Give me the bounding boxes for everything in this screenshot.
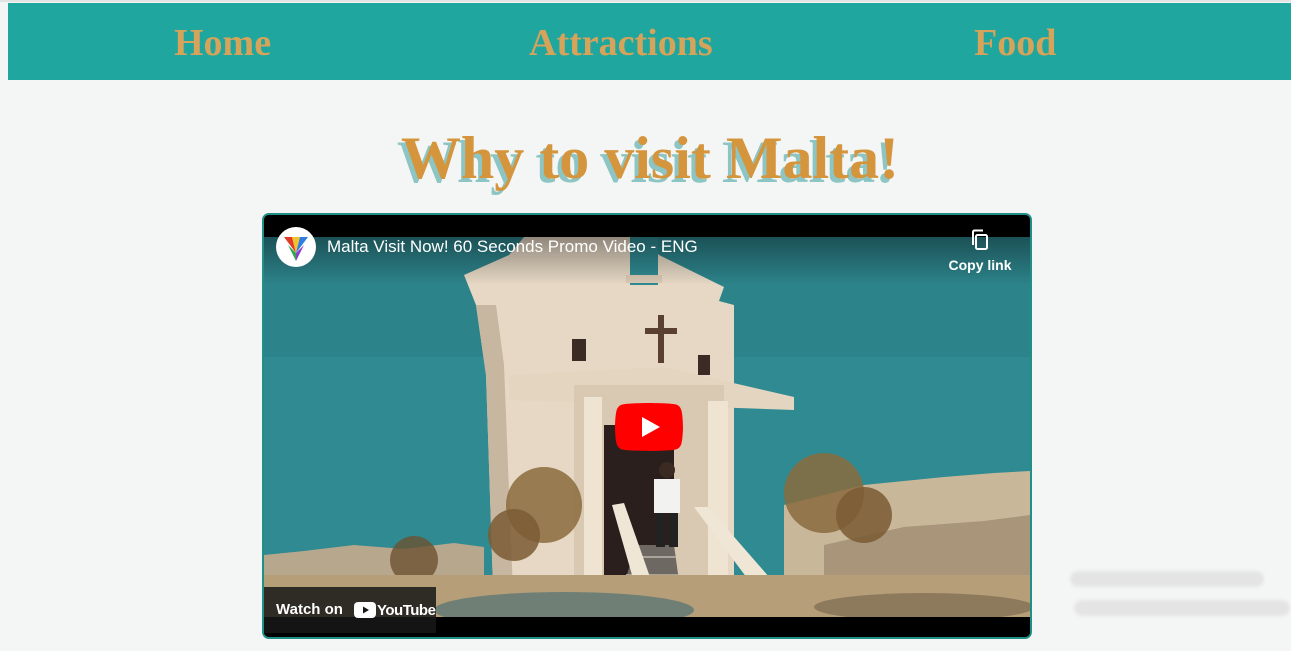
copy-icon — [972, 229, 988, 250]
top-nav: Home Attractions Food — [8, 3, 1291, 80]
copy-link-button[interactable]: Copy link — [948, 229, 1012, 273]
top-border — [0, 0, 1291, 2]
watch-on-label: Watch on — [276, 601, 343, 618]
page-title: Why to visit Malta! — [400, 125, 900, 191]
nav-link-home[interactable]: Home — [174, 21, 271, 65]
youtube-play-icon — [615, 403, 683, 451]
channel-logo[interactable] — [276, 227, 316, 267]
video-embed[interactable]: Malta Visit Now! 60 Seconds Promo Video … — [262, 213, 1032, 639]
nav-link-food[interactable]: Food — [974, 21, 1056, 65]
copy-link-label: Copy link — [948, 257, 1012, 273]
play-button[interactable] — [615, 403, 683, 451]
blurred-element — [1070, 571, 1264, 587]
blurred-element — [1074, 600, 1290, 616]
youtube-label: YouTube — [377, 602, 436, 619]
nav-link-attractions[interactable]: Attractions — [529, 21, 713, 65]
video-title[interactable]: Malta Visit Now! 60 Seconds Promo Video … — [327, 237, 698, 257]
youtube-logo-icon — [354, 602, 376, 618]
channel-logo-icon — [284, 237, 308, 261]
watch-on-youtube-button[interactable]: Watch on YouTube — [264, 587, 436, 633]
